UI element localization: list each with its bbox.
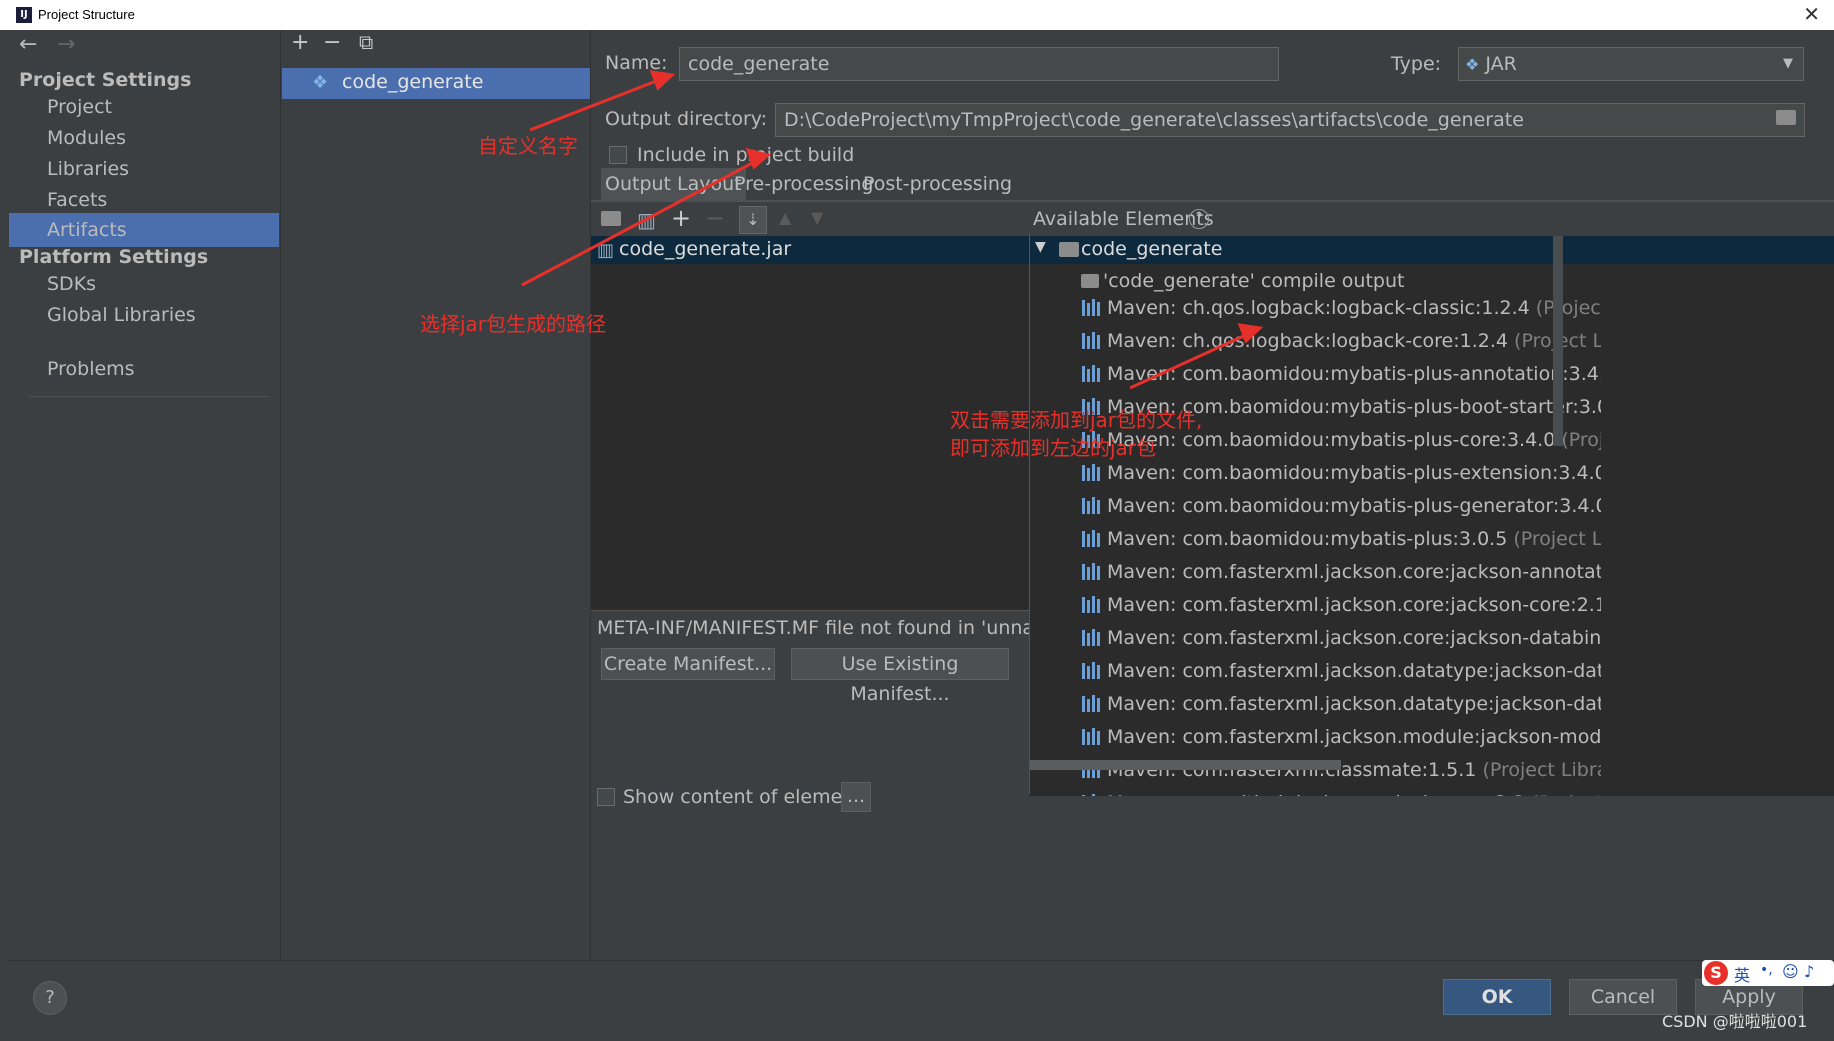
annotation-arrowhead-elements [1237,323,1264,344]
annotation-arrow-path [521,158,759,287]
ime-logo-icon[interactable]: S [1704,961,1728,985]
annotation-arrow-name [529,76,665,132]
annotation-double-click-note-2: 即可添加到左边的jar包 [950,436,1157,460]
cancel-button[interactable]: Cancel [1569,979,1677,1015]
ime-toolbar: S 英 •, ☺ ♪ [1702,960,1834,986]
annotation-path-note: 选择jar包生成的路径 [420,312,607,336]
annotation-arrowhead-name [649,70,676,91]
ok-button[interactable]: OK [1443,979,1551,1015]
ime-punctuation-icon[interactable]: •, [1760,962,1773,978]
ime-emoji-icon[interactable]: ☺ [1782,962,1799,981]
help-button[interactable]: ? [33,981,67,1015]
annotation-arrows [521,70,1264,390]
csdn-watermark: CSDN @啦啦啦001 [1662,1012,1808,1031]
annotation-double-click-note-1: 双击需要添加到jar包的文件, [950,408,1203,432]
ime-language-toggle[interactable]: 英 [1734,962,1750,986]
annotation-name-note: 自定义名字 [478,134,578,158]
annotation-arrow-elements [1129,331,1251,390]
ime-voice-icon[interactable]: ♪ [1804,962,1814,981]
dialog-button-bar: ? OK Cancel Apply [9,960,1834,1041]
